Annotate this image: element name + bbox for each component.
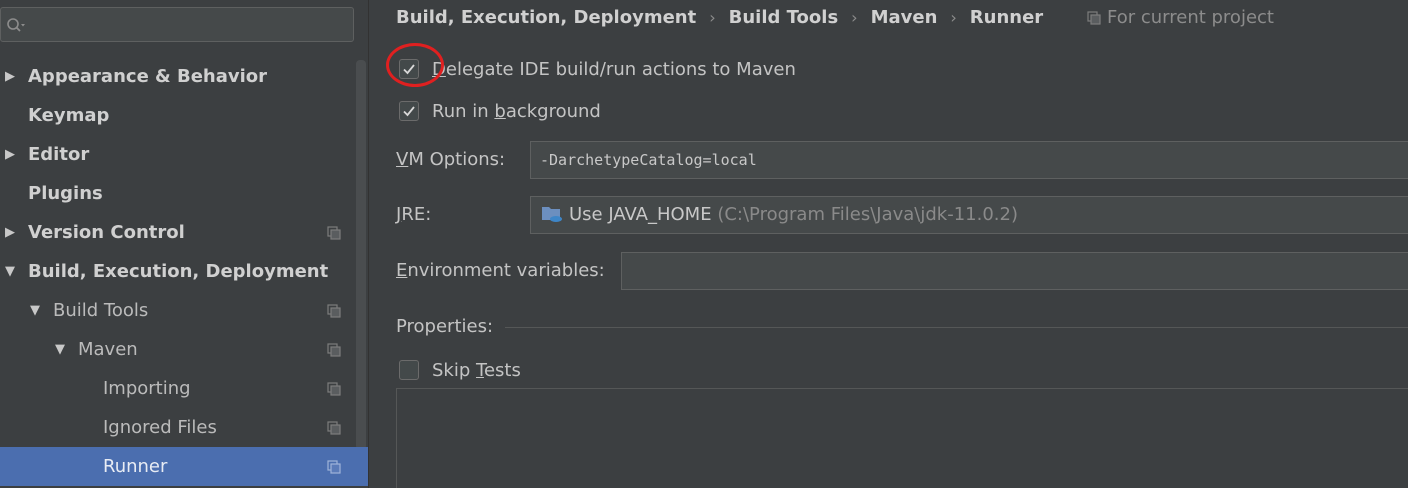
breadcrumb: Build, Execution, Deployment › Build Tools…: [396, 5, 1043, 31]
properties-label: Properties:: [396, 316, 494, 337]
expand-arrow-icon[interactable]: ▶: [5, 213, 15, 252]
tree-item-ignored-files[interactable]: Ignored Files: [0, 408, 368, 447]
java-folder-icon: [542, 207, 562, 222]
tree-item-label: Appearance & Behavior: [28, 66, 268, 87]
tree-item-label: Runner: [103, 456, 168, 477]
tree-item-label: Editor: [28, 144, 90, 165]
tree-item-build-tools[interactable]: ▼ Build Tools: [0, 291, 368, 330]
properties-table[interactable]: [396, 388, 1408, 488]
checkmark-icon: [403, 106, 415, 117]
expand-arrow-icon[interactable]: ▶: [5, 135, 15, 174]
settings-sidebar: ▶ Appearance & Behavior Keymap ▶ Editor …: [0, 0, 368, 488]
tree-item-editor[interactable]: ▶ Editor: [0, 135, 368, 174]
breadcrumb-item: Build, Execution, Deployment: [396, 7, 697, 28]
tree-item-label: Build Tools: [53, 300, 149, 321]
search-icon: [7, 18, 25, 32]
run-in-background-label: Run in background: [432, 101, 601, 122]
tree-item-maven[interactable]: ▼ Maven: [0, 330, 368, 369]
skip-tests-checkbox[interactable]: [399, 360, 419, 380]
breadcrumb-separator: ›: [709, 8, 716, 27]
collapse-arrow-icon[interactable]: ▼: [5, 252, 15, 291]
tree-item-label: Importing: [103, 378, 191, 399]
breadcrumb-separator: ›: [950, 8, 957, 27]
tree-item-label: Keymap: [28, 105, 110, 126]
tree-item-appearance-behavior[interactable]: ▶ Appearance & Behavior: [0, 57, 368, 96]
project-scope-icon: [327, 304, 341, 318]
breadcrumb-item: Maven: [870, 7, 938, 28]
project-scope-icon: [1087, 11, 1101, 25]
tree-item-version-control[interactable]: ▶ Version Control: [0, 213, 368, 252]
delegate-to-maven-checkbox-row[interactable]: Delegate IDE build/run actions to Maven: [399, 57, 899, 83]
project-scope-icon: [327, 460, 341, 474]
environment-variables-label: Environment variables:: [396, 260, 605, 281]
scope-label: For current project: [1107, 7, 1274, 28]
project-scope-icon: [327, 226, 341, 240]
run-in-background-checkbox-row[interactable]: Run in background: [399, 99, 699, 125]
breadcrumb-item: Runner: [969, 7, 1044, 28]
collapse-arrow-icon[interactable]: ▼: [30, 291, 40, 330]
settings-tree: ▶ Appearance & Behavior Keymap ▶ Editor …: [0, 57, 368, 486]
tree-item-label: Build, Execution, Deployment: [28, 261, 329, 282]
vm-options-input[interactable]: -DarchetypeCatalog=local: [530, 141, 1408, 179]
tree-item-label: Version Control: [28, 222, 185, 243]
project-scope-icon: [327, 421, 341, 435]
jre-path-hint: (C:\Program Files\Java\jdk-11.0.2): [717, 204, 1018, 225]
settings-window: ▶ Appearance & Behavior Keymap ▶ Editor …: [0, 0, 1408, 488]
delegate-to-maven-checkbox[interactable]: [399, 59, 419, 79]
runner-settings-panel: Build, Execution, Deployment › Build Tools…: [368, 0, 1408, 488]
vm-options-label: VM Options:: [396, 149, 506, 170]
checkmark-icon: [403, 64, 415, 75]
skip-tests-label: Skip Tests: [432, 360, 521, 381]
tree-item-importing[interactable]: Importing: [0, 369, 368, 408]
tree-item-label: Ignored Files: [103, 417, 217, 438]
tree-item-runner[interactable]: Runner: [0, 447, 368, 486]
project-scope-icon: [327, 343, 341, 357]
expand-arrow-icon[interactable]: ▶: [5, 57, 15, 96]
delegate-to-maven-label: Delegate IDE build/run actions to Maven: [432, 59, 796, 80]
run-in-background-checkbox[interactable]: [399, 101, 419, 121]
jre-value: Use JAVA_HOME: [569, 204, 712, 225]
tree-item-label: Plugins: [28, 183, 103, 204]
tree-item-plugins[interactable]: Plugins: [0, 174, 368, 213]
scope-indicator: For current project: [1087, 5, 1274, 31]
environment-variables-input[interactable]: [621, 252, 1408, 290]
tree-item-label: Maven: [78, 339, 138, 360]
tree-item-keymap[interactable]: Keymap: [0, 96, 368, 135]
jre-label: JRE:: [396, 204, 432, 225]
settings-search-input[interactable]: [0, 7, 354, 42]
properties-divider: [505, 327, 1408, 328]
collapse-arrow-icon[interactable]: ▼: [55, 330, 65, 369]
tree-item-build-execution-deployment[interactable]: ▼ Build, Execution, Deployment: [0, 252, 368, 291]
breadcrumb-item: Build Tools: [728, 7, 839, 28]
project-scope-icon: [327, 382, 341, 396]
jre-select[interactable]: Use JAVA_HOME (C:\Program Files\Java\jdk…: [530, 196, 1408, 234]
skip-tests-checkbox-row[interactable]: Skip Tests: [399, 358, 599, 384]
breadcrumb-separator: ›: [851, 8, 858, 27]
